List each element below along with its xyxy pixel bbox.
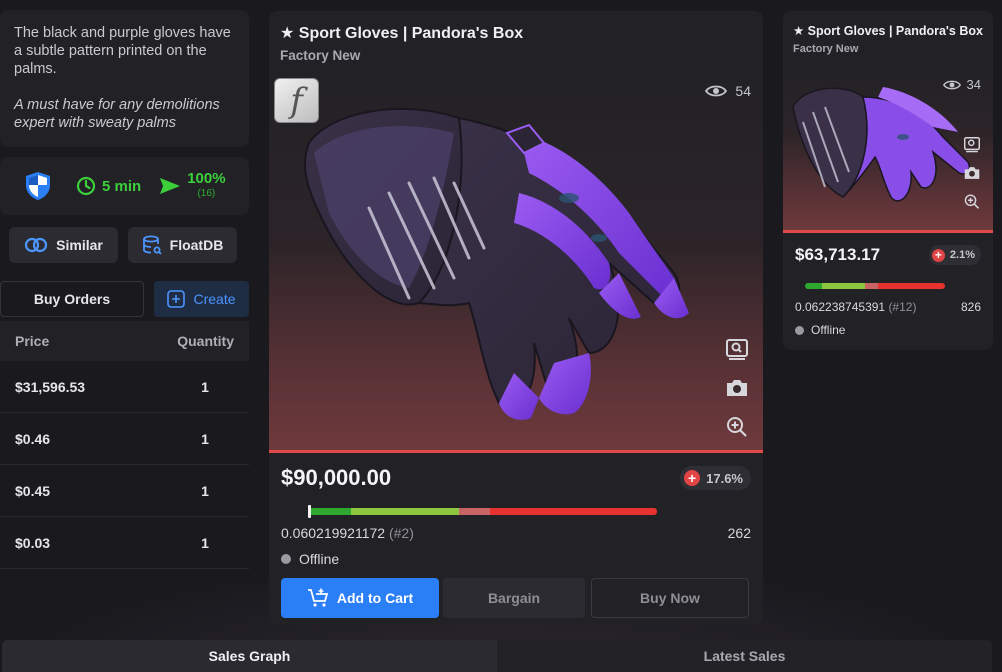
plus-icon: + <box>931 248 945 262</box>
description-text: The black and purple gloves have a subtl… <box>14 25 231 77</box>
create-order-button[interactable]: Create <box>154 281 249 317</box>
buy-orders-controls: Buy Orders Create <box>0 281 249 317</box>
status-dot <box>795 325 804 335</box>
trade-time-label: 5 min <box>102 177 142 195</box>
similar-button[interactable]: Similar <box>9 227 118 263</box>
inspect-icon[interactable] <box>963 137 981 153</box>
side-item-image-area: 34 <box>783 67 993 233</box>
float-number: 0.060219921172 <box>281 525 386 541</box>
listing-actions: Add to Cart Bargain Buy Now <box>281 578 749 618</box>
buy-now-button[interactable]: Buy Now <box>591 578 749 618</box>
delivery-rate-value: 100% <box>187 170 226 187</box>
item-image-area: f 54 <box>269 73 763 453</box>
float-wear-bar <box>309 508 657 515</box>
floatdb-button[interactable]: FloatDB <box>128 227 237 263</box>
item-title: ★ Sport Gloves | Pandora's Box <box>280 25 524 42</box>
inspect-icon[interactable] <box>725 339 749 361</box>
trade-info: 5 min 100% (16) <box>0 157 249 215</box>
delivery-rate-count: (16) <box>197 188 216 199</box>
table-row: $0.45 1 <box>0 465 249 517</box>
status-label: Offline <box>299 551 340 567</box>
screenshot-icon[interactable] <box>963 165 981 181</box>
buy-orders-tab[interactable]: Buy Orders <box>0 281 144 317</box>
bargain-button[interactable]: Bargain <box>443 578 585 618</box>
item-price: $90,000.00 <box>281 465 392 490</box>
description-flavor: A must have for any demolitions expert w… <box>14 97 220 131</box>
tab-sales-graph[interactable]: Sales Graph <box>2 640 497 672</box>
zoom-icon[interactable] <box>963 193 981 209</box>
side-item-condition: Factory New <box>793 43 859 55</box>
order-price: $0.45 <box>15 482 51 499</box>
side-price-change-badge: + 2.1% <box>928 245 981 265</box>
side-listing-card[interactable]: ★ Sport Gloves | Pandora's Box Factory N… <box>783 11 993 350</box>
add-to-cart-label: Add to Cart <box>336 590 414 606</box>
clock-icon <box>76 176 96 196</box>
bottom-tabs: Sales Graph Latest Sales <box>2 640 992 672</box>
side-view-count-value: 34 <box>966 77 981 92</box>
status-dot <box>281 554 291 564</box>
order-price: $0.46 <box>15 430 51 447</box>
cart-plus-icon <box>307 588 329 607</box>
side-float-value: 0.062238745391 (#12) <box>795 300 916 314</box>
create-order-label: Create <box>193 291 236 307</box>
pattern-seed: 262 <box>727 525 751 541</box>
side-status-label: Offline <box>811 323 846 337</box>
left-column: The black and purple gloves have a subtl… <box>0 10 249 569</box>
table-row: $0.46 1 <box>0 413 249 465</box>
add-to-cart-button[interactable]: Add to Cart <box>281 578 439 618</box>
tab-latest-sales[interactable]: Latest Sales <box>497 640 992 672</box>
item-condition: Factory New <box>280 48 361 63</box>
price-change-badge: + 17.6% <box>680 466 751 490</box>
order-quantity: 1 <box>201 482 209 499</box>
side-float-rank: (#12) <box>888 300 917 314</box>
eye-icon <box>942 80 961 89</box>
trade-time: 5 min <box>76 176 141 196</box>
side-image-tools <box>963 137 981 209</box>
side-item-price: $63,713.17 <box>795 245 881 264</box>
table-row: $31,596.53 1 <box>0 361 249 413</box>
link-buttons: Similar FloatDB <box>0 227 249 263</box>
buy-orders-table: Price Quantity $31,596.53 1 $0.46 1 $0.4… <box>0 321 249 569</box>
float-rank: (#2) <box>388 525 414 541</box>
similar-label: Similar <box>56 237 103 253</box>
item-description: The black and purple gloves have a subtl… <box>0 10 249 147</box>
column-quantity: Quantity <box>177 333 234 349</box>
screenshot-icon[interactable] <box>725 377 749 399</box>
table-header: Price Quantity <box>0 321 249 361</box>
float-marker <box>308 505 311 518</box>
zoom-icon[interactable] <box>725 415 749 437</box>
side-item-title: ★ Sport Gloves | Pandora's Box <box>793 24 983 38</box>
image-tools <box>725 339 749 437</box>
send-icon <box>160 178 181 194</box>
database-icon <box>142 235 162 255</box>
order-price: $0.03 <box>15 534 51 551</box>
similar-icon <box>25 237 48 253</box>
delivery-rate: 100% (16) <box>159 170 226 201</box>
plus-square-icon <box>167 290 186 308</box>
floatdb-label: FloatDB <box>169 237 224 253</box>
side-float-number: 0.062238745391 <box>795 300 886 314</box>
order-quantity: 1 <box>201 430 209 447</box>
listing-card[interactable]: ★ Sport Gloves | Pandora's Box Factory N… <box>269 11 763 624</box>
seller-status: Offline <box>281 551 339 567</box>
side-float-wear-bar <box>805 283 945 289</box>
order-quantity: 1 <box>201 378 209 395</box>
price-change-value: 17.6% <box>706 470 743 486</box>
order-price: $31,596.53 <box>15 378 86 395</box>
side-price-change-value: 2.1% <box>949 249 975 261</box>
shield-icon <box>26 172 50 200</box>
side-seller-status: Offline <box>795 323 845 337</box>
side-pattern-seed: 826 <box>960 300 981 314</box>
glove-image <box>303 107 689 420</box>
side-view-count: 34 <box>942 77 981 92</box>
table-row: $0.03 1 <box>0 517 249 569</box>
order-quantity: 1 <box>201 534 209 551</box>
float-value: 0.060219921172 (#2) <box>281 525 414 541</box>
column-price: Price <box>15 333 50 349</box>
plus-icon: + <box>684 470 701 486</box>
